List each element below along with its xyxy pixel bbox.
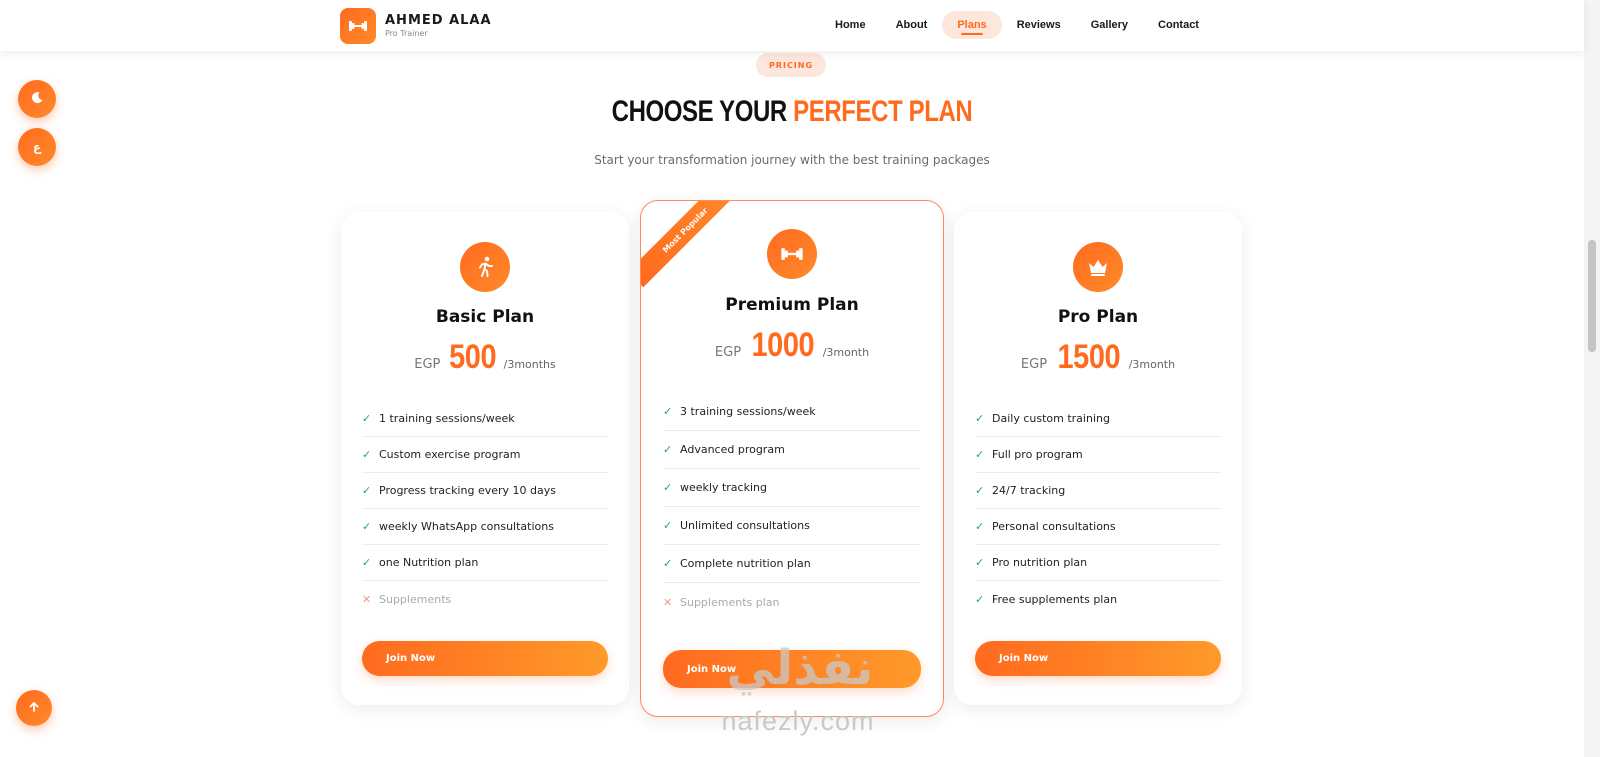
section-title: CHOOSE YOUR PERFECT PLAN (158, 95, 1425, 129)
price-period: /3month (1128, 358, 1176, 371)
nav-home[interactable]: Home (820, 11, 881, 39)
running-icon (460, 242, 510, 292)
join-now-button[interactable]: Join Now (975, 641, 1221, 676)
feature-item: ✓ 3 training sessions/week (663, 393, 921, 431)
feature-item: ✓ Custom exercise program (362, 437, 608, 473)
check-icon: ✓ (663, 557, 673, 570)
check-icon: ✓ (975, 520, 985, 533)
plan-price: EGP 500 /3months (341, 338, 629, 377)
check-icon: ✓ (663, 405, 673, 418)
feature-item-excluded: ✕ Supplements plan (663, 595, 780, 609)
nav-plans[interactable]: Plans (942, 11, 1002, 39)
check-icon: ✓ (663, 519, 673, 532)
feature-item: ✓ 1 training sessions/week (362, 401, 608, 437)
price-amount: 500 (449, 338, 497, 376)
join-now-button[interactable]: Join Now (362, 641, 608, 676)
watermark-latin: nafezly.com (721, 706, 875, 736)
nav-reviews[interactable]: Reviews (1002, 11, 1076, 39)
feature-item: ✓ Full pro program (975, 437, 1221, 473)
feature-list: ✓ 3 training sessions/week ✓ Advanced prog… (663, 393, 921, 621)
scroll-top-button[interactable] (16, 690, 52, 726)
check-icon: ✓ (362, 520, 372, 533)
check-icon: ✓ (975, 484, 985, 497)
scrollbar-thumb[interactable] (1588, 240, 1596, 352)
feature-item: ✓ Pro nutrition plan (975, 545, 1221, 581)
arrow-up-icon (28, 701, 40, 716)
feature-item: ✓ Complete nutrition plan (663, 545, 921, 583)
price-currency: EGP (714, 345, 742, 360)
feature-item: ✓ one Nutrition plan (362, 545, 608, 581)
feature-list: ✓ Daily custom training ✓ Full pro program… (975, 401, 1221, 617)
price-currency: EGP (414, 357, 441, 372)
price-amount: 1000 (751, 326, 815, 364)
moon-icon (30, 91, 44, 108)
plan-title: Premium Plan (725, 295, 859, 315)
feature-item: ✓ Personal consultations (975, 509, 1221, 545)
theme-toggle-button[interactable] (18, 80, 56, 118)
feature-item: ✓ Unlimited consultations (663, 507, 921, 545)
check-icon: ✓ (975, 448, 985, 461)
language-label: ع (32, 140, 42, 154)
dumbbell-icon (767, 229, 817, 279)
check-icon: ✓ (362, 448, 372, 461)
cross-icon: ✕ (362, 592, 372, 606)
navbar: AHMED ALAA Pro Trainer Home About Plans … (0, 0, 1584, 51)
feature-item: ✓ Progress tracking every 10 days (362, 473, 608, 509)
check-icon: ✓ (362, 412, 372, 425)
most-popular-ribbon: Most Popular (641, 201, 743, 288)
plan-card-pro: Pro Plan EGP 1500 /3month ✓ Daily custom … (954, 212, 1242, 705)
brand-tagline: Pro Trainer (385, 29, 428, 38)
plan-card-basic: Basic Plan EGP 500 /3months ✓ 1 training … (341, 212, 629, 705)
feature-item: ✓ Free supplements plan (975, 592, 1118, 606)
check-icon: ✓ (362, 484, 372, 497)
brand-name: AHMED ALAA (385, 13, 492, 28)
plan-title: Pro Plan (1057, 307, 1139, 327)
nav-gallery[interactable]: Gallery (1076, 11, 1143, 39)
section-subtitle: Start your transformation journey with t… (594, 153, 990, 167)
feature-item: ✓ Advanced program (663, 431, 921, 469)
feature-list: ✓ 1 training sessions/week ✓ Custom exerci… (362, 401, 608, 617)
plan-title: Basic Plan (435, 307, 535, 327)
feature-item: ✓ Daily custom training (975, 401, 1221, 437)
check-icon: ✓ (975, 412, 985, 425)
feature-item: ✓ 24/7 tracking (975, 473, 1221, 509)
watermark-arabic: نفذلي (726, 640, 874, 696)
check-icon: ✓ (663, 481, 673, 494)
dumbbell-logo-icon (340, 8, 376, 44)
section-title-accent: PERFECT PLAN (793, 95, 973, 128)
brand-logo[interactable]: AHMED ALAA Pro Trainer (340, 8, 492, 44)
check-icon: ✓ (362, 556, 372, 569)
page-scrollbar[interactable] (1584, 0, 1600, 757)
cross-icon: ✕ (663, 595, 673, 609)
feature-item: ✓ weekly WhatsApp consultations (362, 509, 608, 545)
crown-icon (1073, 242, 1123, 292)
nav-contact[interactable]: Contact (1143, 11, 1214, 39)
check-icon: ✓ (975, 592, 985, 606)
feature-item-excluded: ✕ Supplements (362, 592, 452, 606)
section-badge: PRICING (756, 53, 826, 77)
section-title-dark: CHOOSE YOUR (611, 95, 788, 128)
nav-about[interactable]: About (881, 11, 943, 39)
price-amount: 1500 (1057, 338, 1121, 376)
check-icon: ✓ (975, 556, 985, 569)
check-icon: ✓ (663, 443, 673, 456)
plan-price: EGP 1500 /3month (954, 338, 1242, 377)
main-nav: Home About Plans Reviews Gallery Contact (820, 11, 1214, 39)
price-period: /3months (503, 358, 556, 371)
price-currency: EGP (1020, 357, 1048, 372)
feature-item: ✓ weekly tracking (663, 469, 921, 507)
price-period: /3month (822, 346, 870, 359)
plan-price: EGP 1000 /3month (641, 326, 943, 365)
